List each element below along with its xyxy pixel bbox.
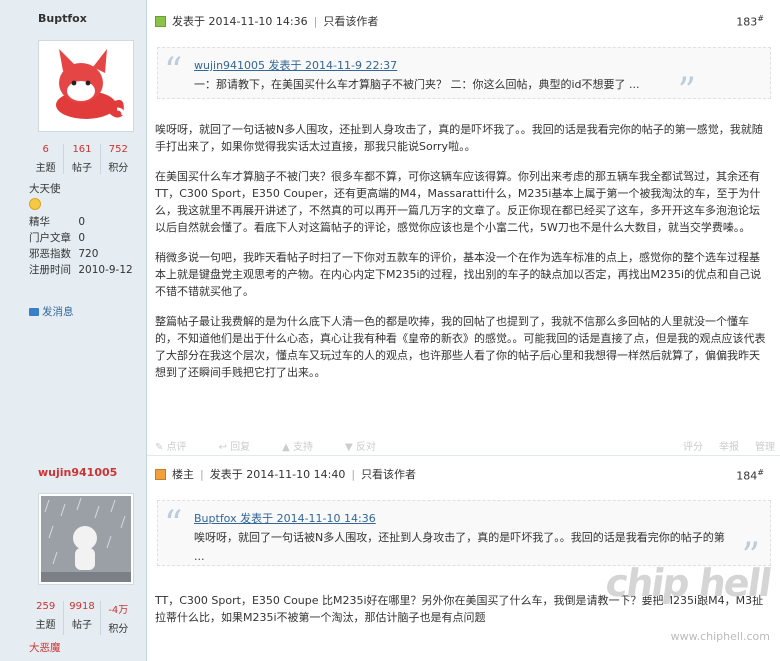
post-actions: ✎ 点评 ↩ 回复 ▲ 支持 ▼ 反对 评分 举报 管理 <box>155 438 775 453</box>
floor-number[interactable]: 183# <box>736 14 764 29</box>
author-icon <box>155 468 166 480</box>
only-author-link[interactable]: 只看该作者 <box>361 466 416 482</box>
open-quote-icon: “ <box>164 51 183 92</box>
only-author-link[interactable]: 只看该作者 <box>323 13 378 29</box>
post-content: 唉呀呀，就回了一句话被N多人围攻，还扯到人身攻击了，真的是吓坏我了。。我回的话是… <box>155 121 770 394</box>
user-info: 精华 0 门户文章 0 邪恶指数 720 注册时间 2010-9-12 <box>29 216 133 276</box>
watermark-logo: chip hell <box>602 561 774 605</box>
stat-threads[interactable]: 259 主题 <box>28 601 63 635</box>
quote-block: “ ” Buptfox 发表于 2014-11-10 14:36 唉呀呀，就回了… <box>157 500 771 575</box>
comment-button[interactable]: ✎ 点评 <box>155 438 203 453</box>
rain-avatar-image <box>41 496 131 582</box>
fox-avatar-image <box>41 43 131 129</box>
smiley-icon <box>29 198 41 210</box>
report-link[interactable]: 举报 <box>719 438 739 453</box>
quote-author-link[interactable]: Buptfox 发表于 2014-11-10 14:36 <box>194 509 730 528</box>
post-meta: 发表于 2014-11-10 14:36 | 只看该作者 <box>155 13 378 29</box>
paragraph: 稍微多说一句吧，我昨天看帖子时扫了一下你对五款车的评价，基本没一个在作为选车标准… <box>155 251 762 298</box>
user-stats: 259 主题 9918 帖子 -4万 积分 <box>28 601 136 635</box>
quote-block: “ ” wujin941005 发表于 2014-11-9 22:37 一：那请… <box>157 47 771 110</box>
open-quote-icon: “ <box>164 504 183 545</box>
stat-credits[interactable]: 752 积分 <box>99 144 136 174</box>
paragraph: 整篇帖子最让我费解的是为什么底下人清一色的都是吹捧，我的回帖了也提到了，我就不信… <box>155 315 766 379</box>
message-icon <box>29 307 39 316</box>
support-button[interactable]: ▲ 支持 <box>282 438 329 453</box>
stat-posts[interactable]: 161 帖子 <box>63 144 99 174</box>
reply-button[interactable]: ↩ 回复 <box>219 438 267 453</box>
online-icon <box>155 15 166 27</box>
paragraph: 唉呀呀，就回了一句话被N多人围攻，还扯到人身攻击了，真的是吓坏我了。。我回的话是… <box>155 123 763 153</box>
close-quote-icon: ” <box>677 71 696 112</box>
quote-author-link[interactable]: wujin941005 发表于 2014-11-9 22:37 <box>194 56 730 75</box>
user-rank: 大天使 <box>29 183 61 195</box>
quote-text: 一：那请教下，在美国买什么车才算脑子不被门夹？ 二：你这么回帖，典型的id不想要… <box>194 78 640 91</box>
username[interactable]: Buptfox <box>38 12 87 25</box>
send-message-link[interactable]: 发消息 <box>29 304 74 319</box>
avatar[interactable] <box>38 40 134 132</box>
stat-posts[interactable]: 9918 帖子 <box>63 601 99 635</box>
watermark-url: www.chiphell.com <box>670 630 770 643</box>
user-rank: 大恶魔 <box>29 642 61 654</box>
post-meta: 楼主 | 发表于 2014-11-10 14:40 | 只看该作者 <box>155 466 416 482</box>
paragraph: 在美国买什么车才算脑子不被门夹？很多车都不算，可你这辆车应该得算。你列出来考虑的… <box>155 170 761 234</box>
user-stats: 6 主题 161 帖子 752 积分 <box>28 144 136 174</box>
post-divider <box>147 455 780 456</box>
stat-credits[interactable]: -4万 积分 <box>99 601 136 635</box>
username[interactable]: wujin941005 <box>38 466 117 479</box>
oppose-button[interactable]: ▼ 反对 <box>345 438 392 453</box>
floor-number[interactable]: 184# <box>736 468 764 483</box>
manage-link[interactable]: 管理 <box>755 438 775 453</box>
stat-threads[interactable]: 6 主题 <box>28 144 63 174</box>
rate-link[interactable]: 评分 <box>683 438 703 453</box>
avatar[interactable] <box>38 493 134 585</box>
